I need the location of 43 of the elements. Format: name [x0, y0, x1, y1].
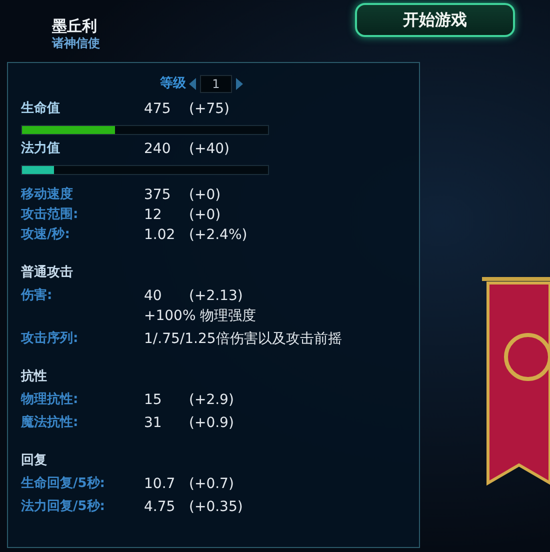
- stat-value: 1/.75/1.25倍伤害以及攻击前摇: [144, 330, 342, 349]
- stat-bonus: (+0): [189, 186, 221, 205]
- stat-bonus: (+2.13): [189, 287, 243, 306]
- stat-label: 法力值: [21, 140, 61, 158]
- section-heading: 抗性: [21, 368, 48, 386]
- stat-label: 生命回复/5秒:: [21, 475, 106, 493]
- level-field[interactable]: 1: [200, 75, 232, 93]
- stat-value: 475: [144, 100, 172, 119]
- stat-value: 12: [144, 206, 163, 225]
- stat-bonus: (+0.7): [189, 475, 234, 494]
- stat-label: 攻速/秒:: [21, 226, 71, 244]
- section-heading: 普通攻击: [21, 264, 74, 282]
- stat-label: 生命值: [21, 100, 61, 118]
- stat-bonus: (+2.4%): [189, 226, 248, 245]
- right-arrow-icon[interactable]: [235, 78, 243, 90]
- stat-value: 240: [144, 140, 172, 159]
- stat-label: 法力回复/5秒:: [21, 498, 106, 516]
- stat-label: 伤害:: [21, 286, 54, 305]
- left-arrow-icon[interactable]: [189, 78, 197, 90]
- level-label: 等级: [160, 75, 186, 94]
- start-game-button[interactable]: 开始游戏: [355, 3, 515, 37]
- stat-bonus: (+40): [189, 140, 230, 159]
- stat-bonus: (+75): [189, 100, 230, 119]
- stat-bonus: (+2.9): [189, 391, 234, 410]
- section-heading: 回复: [21, 452, 48, 470]
- stat-bonus: (+0): [189, 206, 221, 225]
- stat-label: 移动速度: [21, 186, 74, 204]
- stat-label: 物理抗性:: [21, 391, 80, 409]
- stat-bonus: (+0.9): [189, 414, 234, 433]
- stat-bonus: (+0.35): [189, 498, 243, 517]
- stat-label: 攻击序列:: [21, 330, 80, 348]
- stat-value: 40: [144, 287, 163, 306]
- stat-value: 10.7: [144, 475, 176, 494]
- hero-title: 诸神信使: [52, 36, 101, 51]
- hero-name: 墨丘利: [52, 17, 98, 36]
- stat-label: 魔法抗性:: [21, 414, 80, 432]
- stat-value: 31: [144, 414, 163, 433]
- stat-label: 攻击范围:: [21, 206, 80, 224]
- stat-value: 375: [144, 186, 172, 205]
- stat-value: 4.75: [144, 498, 176, 517]
- stat-note: +100% 物理强度: [144, 307, 256, 326]
- stat-value: 15: [144, 391, 163, 410]
- stat-value: 1.02: [144, 226, 176, 245]
